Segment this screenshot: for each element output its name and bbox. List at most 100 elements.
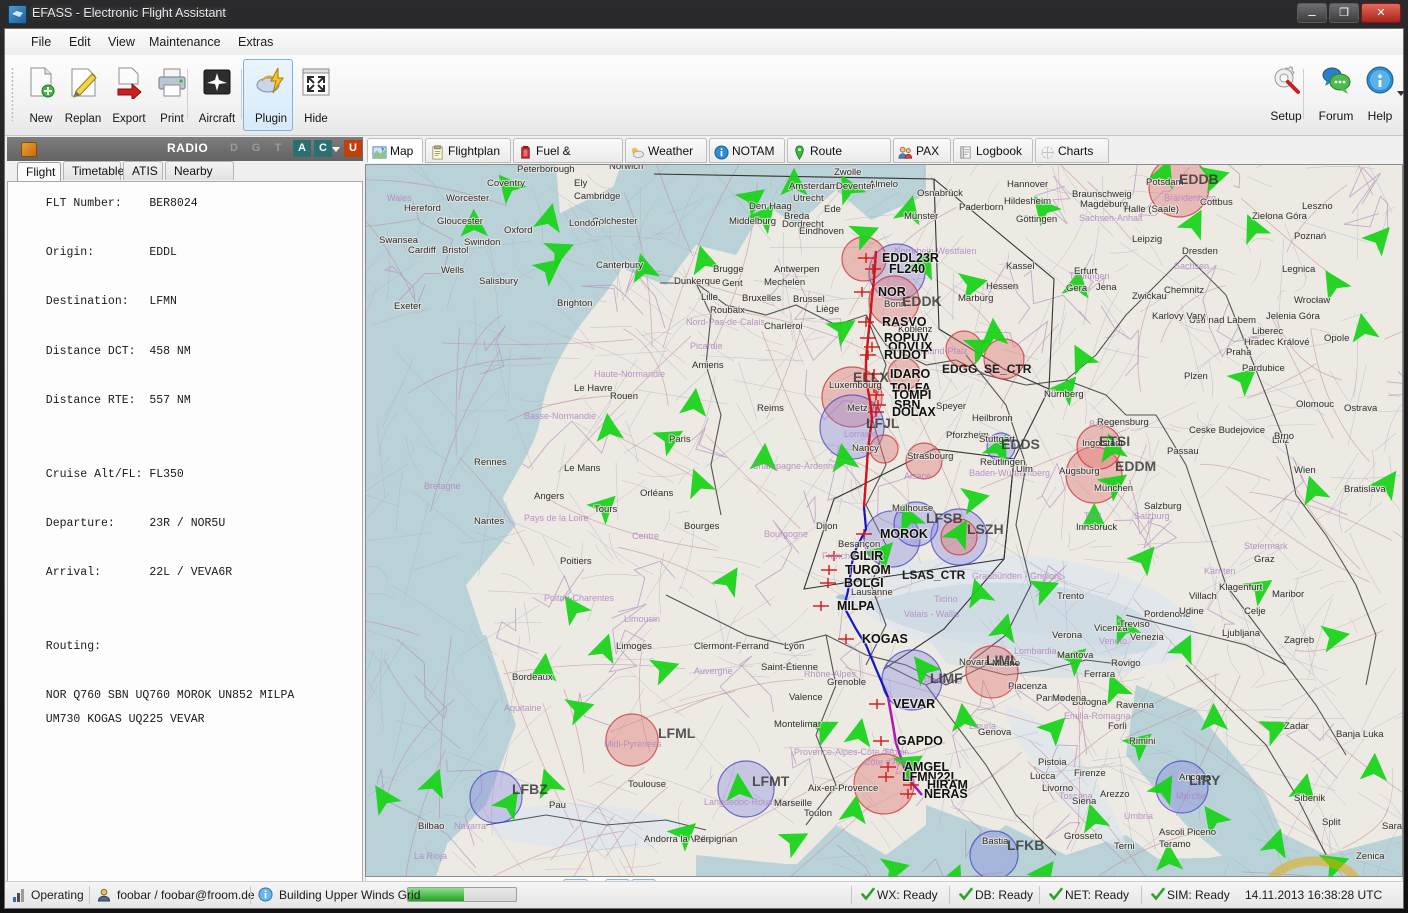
flight-info-panel: FLT Number: BER8024 Origin: EDDL Destina… [7,181,363,903]
svg-text:Zwickau: Zwickau [1132,291,1167,302]
minimize-button[interactable]: – [1297,3,1327,23]
svg-text:Midi-Pyrénées: Midi-Pyrénées [604,739,662,749]
svg-text:Mechelen: Mechelen [764,277,805,288]
export-arrow-icon [112,65,146,102]
tab-label: Charts [1058,144,1094,158]
svg-text:Hereford: Hereford [404,203,441,214]
tab-label: Map [390,144,414,158]
svg-text:Zadar: Zadar [1284,721,1309,732]
tab-map[interactable]: Map [367,138,423,163]
hide-button[interactable]: Hide [290,61,342,127]
status-separator [1141,886,1142,904]
svg-text:Dunkerque: Dunkerque [674,276,720,287]
menu-edit[interactable]: Edit [63,34,97,50]
left-tab-nearby-atc[interactable]: Nearby ATC [165,161,234,197]
svg-text:Strasbourg: Strasbourg [907,451,953,462]
svg-text:Salisbury: Salisbury [479,276,518,287]
svg-text:Salzburg: Salzburg [1134,511,1170,521]
svg-text:NOR: NOR [878,285,906,299]
svg-text:Zwolle: Zwolle [834,167,861,178]
tab-label: NOTAM [732,144,775,158]
svg-text:BOLGI: BOLGI [844,576,884,590]
svg-text:Erfurt: Erfurt [1074,266,1098,277]
svg-text:Salzburg: Salzburg [1144,501,1182,512]
svg-text:Reims: Reims [757,403,784,414]
status-sim-indicator: SIM: Ready [1167,888,1230,902]
svg-text:Legnica: Legnica [1282,264,1316,275]
menu-maintenance[interactable]: Maintenance [143,34,227,50]
svg-text:Genova: Genova [978,727,1012,738]
map-viewport[interactable]: Wales Nord-Pas-de-Calais Champagne-Ardenne… [365,164,1403,877]
tab-charts[interactable]: Charts [1035,138,1109,163]
radio-pill-u[interactable]: U [344,140,362,157]
svg-text:Steiermark: Steiermark [1244,541,1288,551]
forum-button[interactable]: Forum [1311,63,1361,123]
button-label: Forum [1318,109,1354,123]
svg-text:LFMT: LFMT [752,773,790,789]
left-tab-timetable[interactable]: Timetable [63,161,124,180]
flight-info-text: FLT Number: BER8024 Origin: EDDL Destina… [45,197,295,899]
chevron-down-icon[interactable] [1397,91,1405,96]
left-tab-flight[interactable]: Flight [17,162,61,181]
svg-text:Verona: Verona [1052,630,1083,641]
efass-app-icon [8,5,27,24]
close-button[interactable]: ✕ [1361,3,1401,23]
printer-icon [155,65,189,99]
svg-text:Grenoble: Grenoble [827,677,866,688]
svg-text:Paderborn: Paderborn [959,202,1003,213]
svg-text:Halle (Saale): Halle (Saale) [1124,204,1179,215]
tab-label: PAX [916,144,940,158]
toolbar-grip[interactable] [11,67,14,121]
svg-text:Orléans: Orléans [640,488,674,499]
svg-text:Alsace: Alsace [904,471,931,481]
menu-view[interactable]: View [102,34,141,50]
svg-text:Nord-Pas-de-Calais: Nord-Pas-de-Calais [686,317,766,327]
svg-text:Dijon: Dijon [816,521,838,532]
svg-text:Peterborough: Peterborough [517,165,575,175]
svg-text:Pardubice: Pardubice [1242,363,1285,374]
svg-text:TUROM: TUROM [845,563,891,577]
replan-button[interactable]: Replan [57,61,109,127]
svg-text:MILPA: MILPA [837,599,875,613]
svg-text:EDDS: EDDS [1001,436,1040,452]
maximize-button[interactable]: ❐ [1329,3,1359,23]
svg-text:Cottbus: Cottbus [1200,197,1233,208]
radio-pill-c[interactable]: C [314,140,332,157]
radio-pill-d[interactable]: D [225,140,243,157]
tab-fuel-payload[interactable]: Fuel & Payload [513,138,623,182]
check-icon [1049,887,1063,902]
radio-pill-a[interactable]: A [293,140,311,157]
map-canvas[interactable]: Wales Nord-Pas-de-Calais Champagne-Ardenne… [366,165,1402,876]
tab-weather[interactable]: Weather [625,138,707,163]
left-tab-atis[interactable]: ATIS [123,161,163,180]
svg-text:Udine: Udine [1179,606,1204,617]
svg-text:Treviso: Treviso [1119,619,1150,630]
title-bar: EFASS - Electronic Flight Assistant – ❐ … [0,0,1408,28]
svg-text:Poitou-Charentes: Poitou-Charentes [544,593,615,603]
svg-text:Hannover: Hannover [1007,179,1048,190]
tab-flightplan[interactable]: Flightplan [425,138,511,163]
setup-button[interactable]: Setup [1261,63,1311,123]
svg-text:Haute-Normandie: Haute-Normandie [594,369,665,379]
svg-text:Ravenna: Ravenna [1116,700,1155,711]
svg-text:ELLX: ELLX [853,369,889,385]
check-icon [861,887,875,902]
chevron-down-icon[interactable] [332,147,340,152]
svg-text:Nancy: Nancy [852,443,879,454]
tab-notam[interactable]: NOTAM [709,138,785,163]
svg-text:Bastia: Bastia [982,836,1009,847]
svg-text:Angers: Angers [534,491,564,502]
svg-text:Plzen: Plzen [1184,371,1208,382]
radio-pill-t[interactable]: T [269,140,287,157]
tab-pax[interactable]: PAX [893,138,951,163]
tab-label: Weather [648,144,694,158]
tab-logbook[interactable]: Logbook [953,138,1033,163]
tab-route-details[interactable]: Route Details [787,138,891,182]
radio-undock-icon[interactable] [21,142,37,157]
status-wx-indicator: WX: Ready [877,888,938,902]
svg-text:Perpignan: Perpignan [694,834,737,845]
aircraft-button[interactable]: Aircraft [191,61,243,127]
menu-file[interactable]: File [25,34,57,50]
menu-extras[interactable]: Extras [232,34,279,50]
radio-pill-g[interactable]: G [247,140,265,157]
